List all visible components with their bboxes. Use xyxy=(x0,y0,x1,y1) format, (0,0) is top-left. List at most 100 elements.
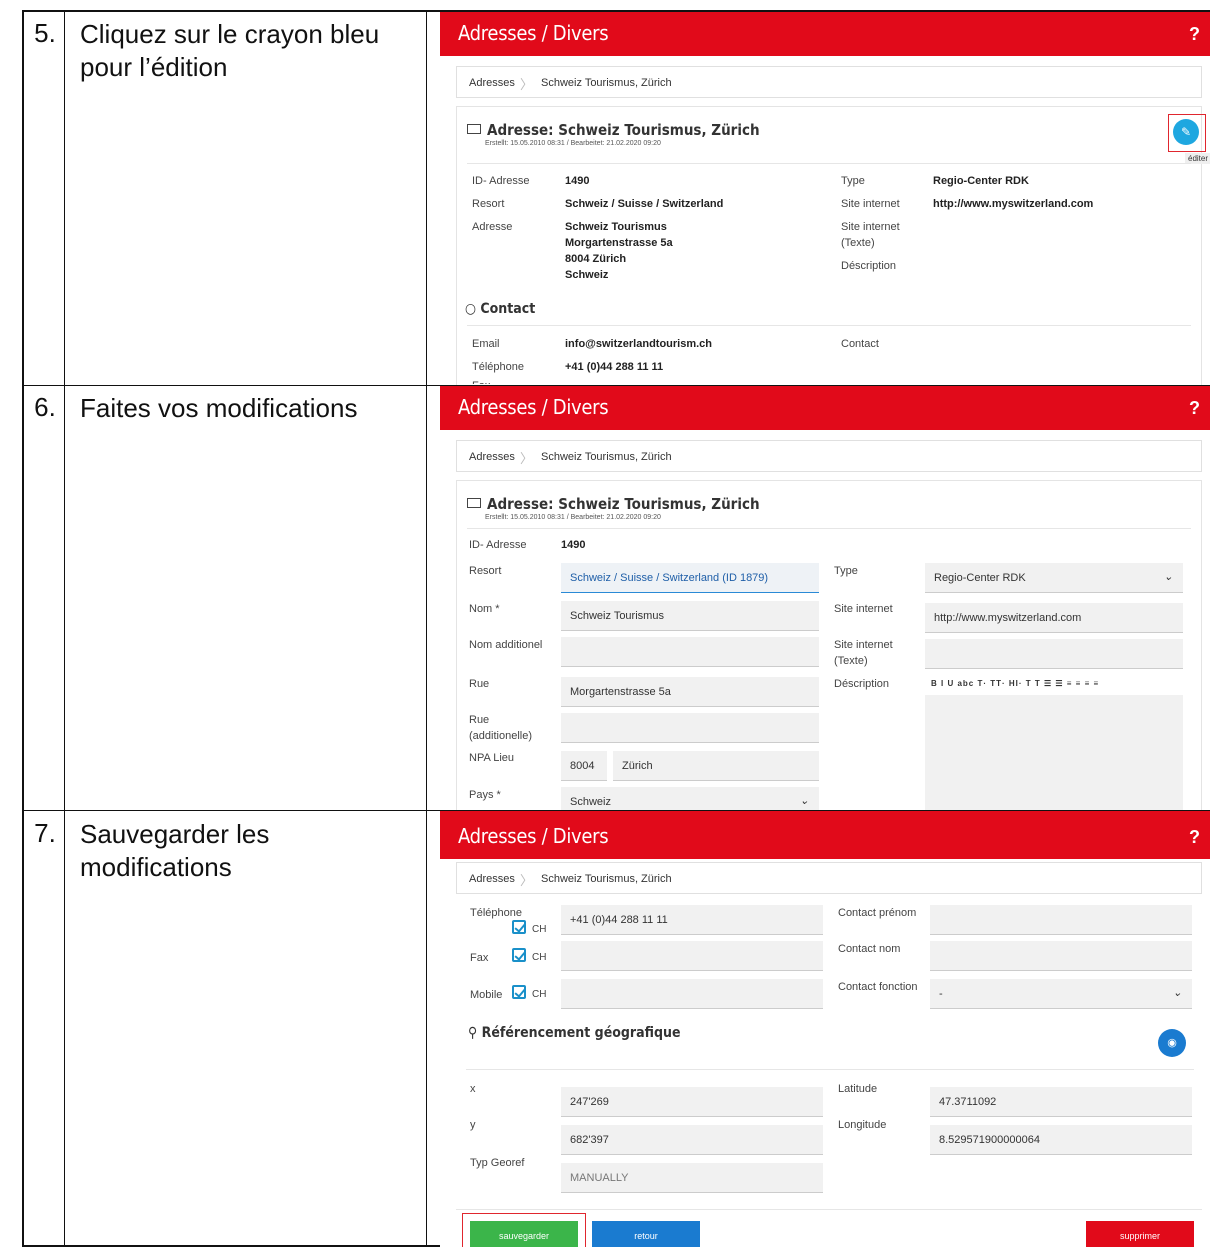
value-id: 1490 xyxy=(561,539,586,551)
type-select[interactable]: Regio-Center RDK ⌄ xyxy=(925,563,1183,593)
breadcrumb-root[interactable]: Adresses xyxy=(469,451,515,463)
y-input[interactable]: 682'397 xyxy=(561,1125,823,1155)
delete-button[interactable]: supprimer xyxy=(1086,1221,1194,1247)
app-title: Adresses / Divers xyxy=(458,824,609,848)
telephone-input[interactable]: +41 (0)44 288 11 11 xyxy=(561,905,823,935)
card-meta: Erstellt: 15.05.2010 08:31 / Bearbeitet:… xyxy=(485,514,661,521)
rue-input[interactable]: Morgartenstrasse 5a xyxy=(561,677,819,707)
label-contact-fonction: Contact fonction xyxy=(838,981,918,993)
label-nom-additionel: Nom additionel xyxy=(469,639,543,651)
divider xyxy=(466,1069,1194,1070)
highlight-box xyxy=(462,1213,586,1247)
breadcrumb: Adresses 〉 Schweiz Tourismus, Zürich xyxy=(456,862,1202,894)
highlight-box xyxy=(1168,114,1206,152)
npa-input[interactable]: 8004 xyxy=(561,751,607,781)
label-adresse: Adresse xyxy=(472,221,513,233)
nom-additionel-input[interactable] xyxy=(561,637,819,667)
longitude-input[interactable]: 8.529571900000064 xyxy=(930,1125,1192,1155)
label-x: x xyxy=(470,1083,476,1095)
rue-additionelle-input[interactable] xyxy=(561,713,819,743)
chevron-down-icon: ⌄ xyxy=(1163,571,1173,583)
screenshot-view-mode: Adresses / Divers ? Adresses 〉 Schweiz T… xyxy=(440,12,1210,385)
breadcrumb-current: Schweiz Tourismus, Zürich xyxy=(541,451,672,463)
label-contact: Contact xyxy=(841,338,879,350)
chevron-down-icon: ⌄ xyxy=(1172,987,1182,999)
value-id: 1490 xyxy=(565,175,590,187)
screenshot-save: Adresses / Divers ? Adresses 〉 Schweiz T… xyxy=(440,811,1210,1247)
lieu-input[interactable]: Zürich xyxy=(613,751,819,781)
nom-input[interactable]: Schweiz Tourismus xyxy=(561,601,819,631)
label-fax: Fax xyxy=(470,952,489,964)
speech-bubble-icon: ○ xyxy=(465,301,481,317)
value-email[interactable]: info@switzerlandtourism.ch xyxy=(565,336,712,352)
checkbox-ch-mobile[interactable] xyxy=(512,985,526,999)
label-description: Déscription xyxy=(841,260,897,272)
ch-label: CH xyxy=(532,924,547,935)
value-adresse-line: Schweiz xyxy=(565,269,609,281)
checkbox-ch-telephone[interactable] xyxy=(512,920,526,934)
label-rue-additionelle: Rue (additionelle) xyxy=(469,714,532,742)
help-icon[interactable]: ? xyxy=(1189,24,1200,45)
pays-select[interactable]: Schweiz ⌄ xyxy=(561,787,819,810)
label-id: ID- Adresse xyxy=(469,539,527,551)
label-description: Déscription xyxy=(834,678,890,690)
label-resort: Resort xyxy=(469,565,502,577)
mobile-input[interactable] xyxy=(561,979,823,1009)
envelope-icon xyxy=(467,498,481,508)
site-text-input[interactable] xyxy=(925,639,1183,669)
column-divider xyxy=(426,12,427,1245)
card-meta: Erstellt: 15.05.2010 08:31 / Bearbeitet:… xyxy=(485,140,661,147)
label-rue: Rue xyxy=(469,678,490,690)
instruction-table: 5. Cliquez sur le crayon bleu pour l’édi… xyxy=(22,10,1210,1247)
label-typ-georef: Typ Georef xyxy=(470,1157,525,1169)
label-npa-lieu: NPA Lieu xyxy=(469,752,515,764)
address-card: Adresse: Schweiz Tourismus, Zürich Erste… xyxy=(456,106,1210,385)
card-title: Adresse: Schweiz Tourismus, Zürich xyxy=(467,495,760,513)
label-site-text: Site internet (Texte) xyxy=(841,221,900,249)
typ-georef-input[interactable]: MANUALLY xyxy=(561,1163,823,1193)
help-icon[interactable]: ? xyxy=(1189,827,1200,848)
value-type: Regio-Center RDK xyxy=(933,175,1029,187)
breadcrumb-root[interactable]: Adresses xyxy=(469,873,515,885)
georef-section-title: ⚲ Référencement géografique xyxy=(468,1025,681,1041)
rich-text-toolbar[interactable]: B I U abc T· TT· HI· T T ☰ ☰ ≡ ≡ ≡ ≡ xyxy=(931,679,1099,688)
label-site: Site internet xyxy=(834,603,893,615)
label-y: y xyxy=(470,1119,476,1131)
app-header: Adresses / Divers ? xyxy=(440,12,1210,56)
card-title: Adresse: Schweiz Tourismus, Zürich xyxy=(467,121,760,139)
value-telephone: +41 (0)44 288 11 11 xyxy=(565,361,664,373)
value-adresse-line: Schweiz Tourismus xyxy=(565,221,667,233)
ch-label: CH xyxy=(532,989,547,1000)
breadcrumb: Adresses 〉 Schweiz Tourismus, Zürich xyxy=(456,66,1202,98)
label-email: Email xyxy=(472,338,500,350)
envelope-icon xyxy=(467,124,481,134)
help-icon[interactable]: ? xyxy=(1189,398,1200,419)
contact-section-title: ○ Contact xyxy=(465,301,536,317)
column-divider xyxy=(64,12,65,1245)
divider xyxy=(456,1209,1202,1210)
breadcrumb-root[interactable]: Adresses xyxy=(469,77,515,89)
app-header: Adresses / Divers ? xyxy=(440,811,1210,859)
x-input[interactable]: 247'269 xyxy=(561,1087,823,1117)
label-mobile: Mobile xyxy=(470,989,503,1001)
label-type: Type xyxy=(834,565,858,577)
contact-prenom-input[interactable] xyxy=(930,905,1192,935)
breadcrumb-current: Schweiz Tourismus, Zürich xyxy=(541,77,672,89)
description-editor[interactable] xyxy=(925,695,1183,810)
label-contact-prenom: Contact prénom xyxy=(838,907,917,919)
step-instruction: Faites vos modifications xyxy=(80,393,358,423)
fax-input[interactable] xyxy=(561,941,823,971)
back-button[interactable]: retour xyxy=(592,1221,700,1247)
contact-nom-input[interactable] xyxy=(930,941,1192,971)
value-site[interactable]: http://www.myswitzerland.com xyxy=(933,196,1093,212)
site-input[interactable]: http://www.myswitzerland.com xyxy=(925,603,1183,633)
value-adresse-line: Morgartenstrasse 5a xyxy=(565,237,673,249)
breadcrumb-separator: 〉 xyxy=(520,77,534,92)
chevron-down-icon: ⌄ xyxy=(799,795,809,807)
screenshot-edit-mode: Adresses / Divers ? Adresses 〉 Schweiz T… xyxy=(440,386,1210,810)
resort-input[interactable]: Schweiz / Suisse / Switzerland (ID 1879) xyxy=(561,563,819,593)
contact-fonction-select[interactable]: - ⌄ xyxy=(930,979,1192,1009)
map-pin-icon[interactable]: ◉ xyxy=(1158,1029,1186,1057)
checkbox-ch-fax[interactable] xyxy=(512,948,526,962)
latitude-input[interactable]: 47.3711092 xyxy=(930,1087,1192,1117)
